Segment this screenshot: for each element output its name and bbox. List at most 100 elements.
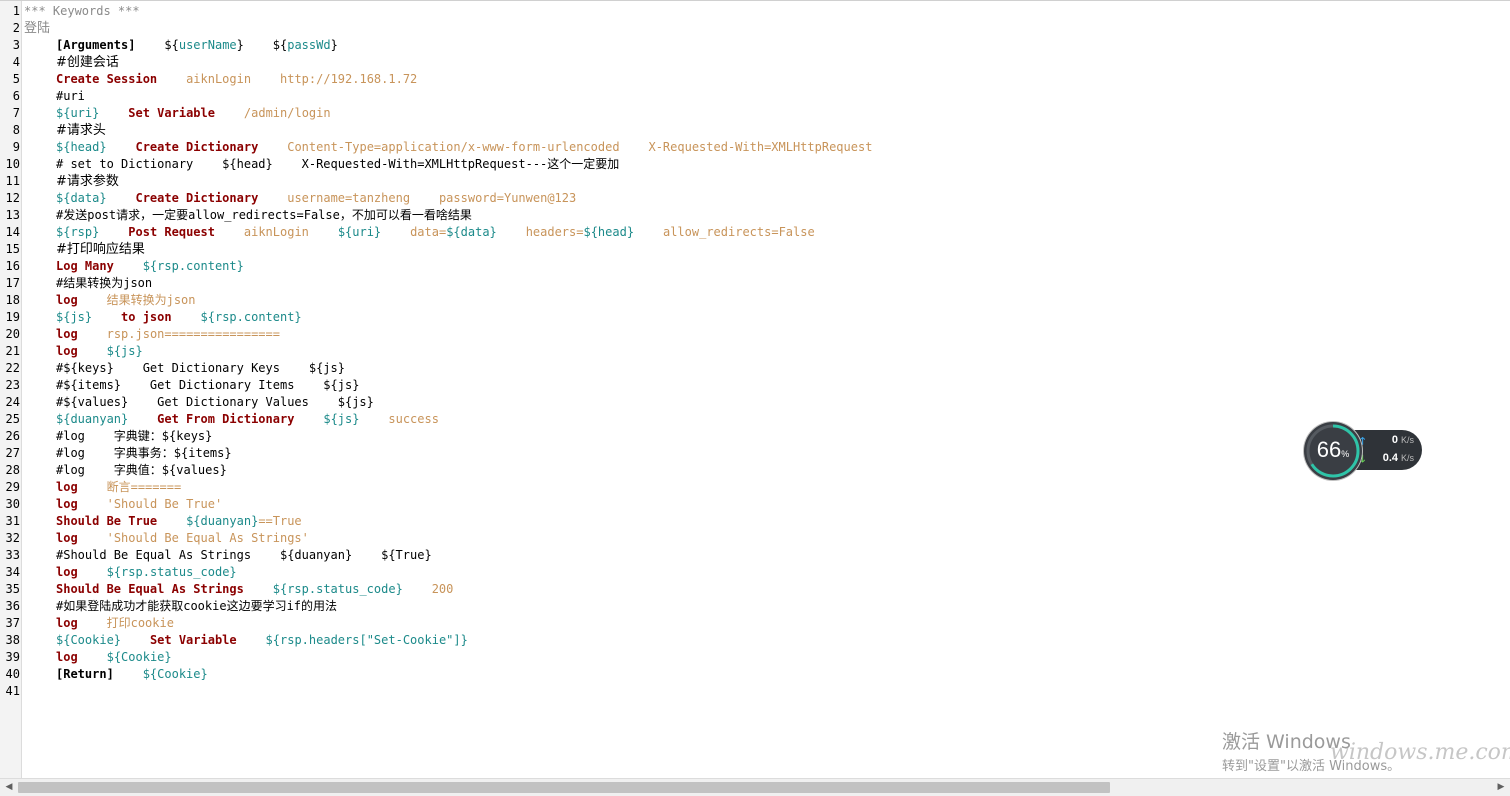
line-number: 36 [5,599,20,613]
line-number: 26 [5,429,20,443]
line-number: 32 [5,531,20,545]
cpu-unit: % [1341,449,1350,459]
line-code: #Should Be Equal As Strings ${duanyan} $… [56,547,432,564]
network-monitor-widget[interactable]: 🡑 0 K/s 🡓 0.4 K/s 66% [1304,422,1424,480]
scroll-right-icon[interactable]: ▶ [1494,781,1508,794]
code-line[interactable]: 22 #${keys} Get Dictionary Keys ${js} [0,360,1510,377]
download-value: 0.4 [1382,452,1398,464]
code-line[interactable]: 20 log rsp.json================ [0,326,1510,343]
line-code: #${keys} Get Dictionary Keys ${js} [56,360,345,377]
code-token: ${ [164,38,179,52]
code-token: 登陆 [24,21,51,36]
line-code: ${duanyan} Get From Dictionary ${js} suc… [56,411,439,428]
scrollbar-thumb[interactable] [18,782,1110,793]
code-line[interactable]: 41 [0,683,1510,700]
code-token: ${head} [583,225,635,239]
code-token: password=Yunwen@123 [438,191,577,205]
code-line[interactable]: 17 #结果转换为json [0,275,1510,292]
code-line[interactable]: 10 # set to Dictionary ${head} X-Requeste… [0,156,1510,173]
download-speed: 🡓 0.4 K/s [1360,452,1420,468]
code-line[interactable]: 16 Log Many ${rsp.content} [0,258,1510,275]
code-line[interactable]: 30 log 'Should Be True' [0,496,1510,513]
code-token: #${items} Get Dictionary Items ${js} [56,378,360,392]
line-number: 11 [5,174,20,188]
code-token: 结果转换为json [106,293,196,307]
line-code: *** Keywords *** [24,3,140,20]
code-line[interactable]: 34 log ${rsp.status_code} [0,564,1510,581]
code-line[interactable]: 24 #${values} Get Dictionary Values ${js} [0,394,1510,411]
code-line[interactable]: 15 #打印响应结果 [0,241,1510,258]
download-unit: K/s [1400,453,1414,463]
code-line[interactable]: 12 ${data} Create Dictionary username=tan… [0,190,1510,207]
line-number: 23 [5,378,20,392]
code-line[interactable]: 25 ${duanyan} Get From Dictionary ${js} s… [0,411,1510,428]
scroll-left-icon[interactable]: ◀ [2,781,16,794]
line-code: ${rsp} Post Request aiknLogin ${uri} dat… [56,224,815,241]
cpu-gauge[interactable]: 66% [1304,422,1362,480]
line-number: 31 [5,514,20,528]
line-number: 7 [12,106,20,120]
line-code: Should Be Equal As Strings ${rsp.status_… [56,581,453,598]
horizontal-scrollbar[interactable]: ◀ ▶ [0,778,1510,796]
code-token: log [56,565,78,579]
code-token: ${js} [56,310,93,324]
code-token: aiknLogin [243,225,309,239]
code-line[interactable]: 35 Should Be Equal As Strings ${rsp.statu… [0,581,1510,598]
activation-subtitle: 转到"设置"以激活 Windows。 [1222,759,1401,774]
code-token: passWd [287,38,331,52]
code-line[interactable]: 40 [Return] ${Cookie} [0,666,1510,683]
code-line[interactable]: 29 log 断言======= [0,479,1510,496]
code-line[interactable]: 18 log 结果转换为json [0,292,1510,309]
code-line[interactable]: 1 *** Keywords *** [0,3,1510,20]
code-line[interactable]: 36 #如果登陆成功才能获取cookie这边要学习if的用法 [0,598,1510,615]
code-token: ${Cookie} [142,667,208,681]
code-line[interactable]: 38 ${Cookie} Set Variable ${rsp.headers["… [0,632,1510,649]
line-code: log 断言======= [56,479,181,496]
code-line[interactable]: 9 ${head} Create Dictionary Content-Type=… [0,139,1510,156]
code-line[interactable]: 4 #创建会话 [0,54,1510,71]
code-line[interactable]: 28 #log 字典值：${values} [0,462,1510,479]
code-line[interactable]: 32 log 'Should Be Equal As Strings' [0,530,1510,547]
code-line[interactable]: 11 #请求参数 [0,173,1510,190]
line-code: #打印响应结果 [56,241,145,258]
line-number: 21 [5,344,20,358]
line-number: 12 [5,191,20,205]
code-line[interactable]: 14 ${rsp} Post Request aiknLogin ${uri} d… [0,224,1510,241]
code-token: ${js} [106,344,143,358]
code-line[interactable]: 7 ${uri} Set Variable /admin/login [0,105,1510,122]
line-code: Should Be True ${duanyan}==True [56,513,302,530]
code-token: /admin/login [243,106,331,120]
code-line[interactable]: 6 #uri [0,88,1510,105]
code-line[interactable]: 31 Should Be True ${duanyan}==True [0,513,1510,530]
code-line[interactable]: 19 ${js} to json ${rsp.content} [0,309,1510,326]
code-token: log [56,650,78,664]
code-line[interactable]: 39 log ${Cookie} [0,649,1510,666]
code-line[interactable]: 33 #Should Be Equal As Strings ${duanyan}… [0,547,1510,564]
code-line[interactable]: 21 log ${js} [0,343,1510,360]
code-line[interactable]: 27 #log 字典事务：${items} [0,445,1510,462]
code-token: data= [410,225,447,239]
code-line[interactable]: 5 Create Session aiknLogin http://192.168… [0,71,1510,88]
code-line[interactable]: 3 [Arguments] ${userName} ${passWd} [0,37,1510,54]
code-line[interactable]: 26 #log 字典键：${keys} [0,428,1510,445]
code-line[interactable]: 23 #${items} Get Dictionary Items ${js} [0,377,1510,394]
code-line[interactable]: 13 #发送post请求，一定要allow_redirects=False，不加可… [0,207,1510,224]
code-token: log [56,616,78,630]
line-code: Log Many ${rsp.content} [56,258,244,275]
code-token: headers= [525,225,584,239]
code-editor[interactable]: 1 *** Keywords *** 2 登陆 3 [Arguments] ${userN… [0,0,1510,779]
upload-speed: 🡑 0 K/s [1360,434,1420,450]
line-code: ${head} Create Dictionary Content-Type=a… [56,139,872,156]
line-code: [Arguments] ${userName} ${passWd} [56,37,338,54]
line-code: log ${rsp.status_code} [56,564,237,581]
line-number: 19 [5,310,20,324]
code-line[interactable]: 37 log 打印cookie [0,615,1510,632]
code-line[interactable]: 2 登陆 [0,20,1510,37]
code-line[interactable]: 8 #请求头 [0,122,1510,139]
code-token: uri [70,106,93,120]
code-token: allow_redirects=False [662,225,815,239]
